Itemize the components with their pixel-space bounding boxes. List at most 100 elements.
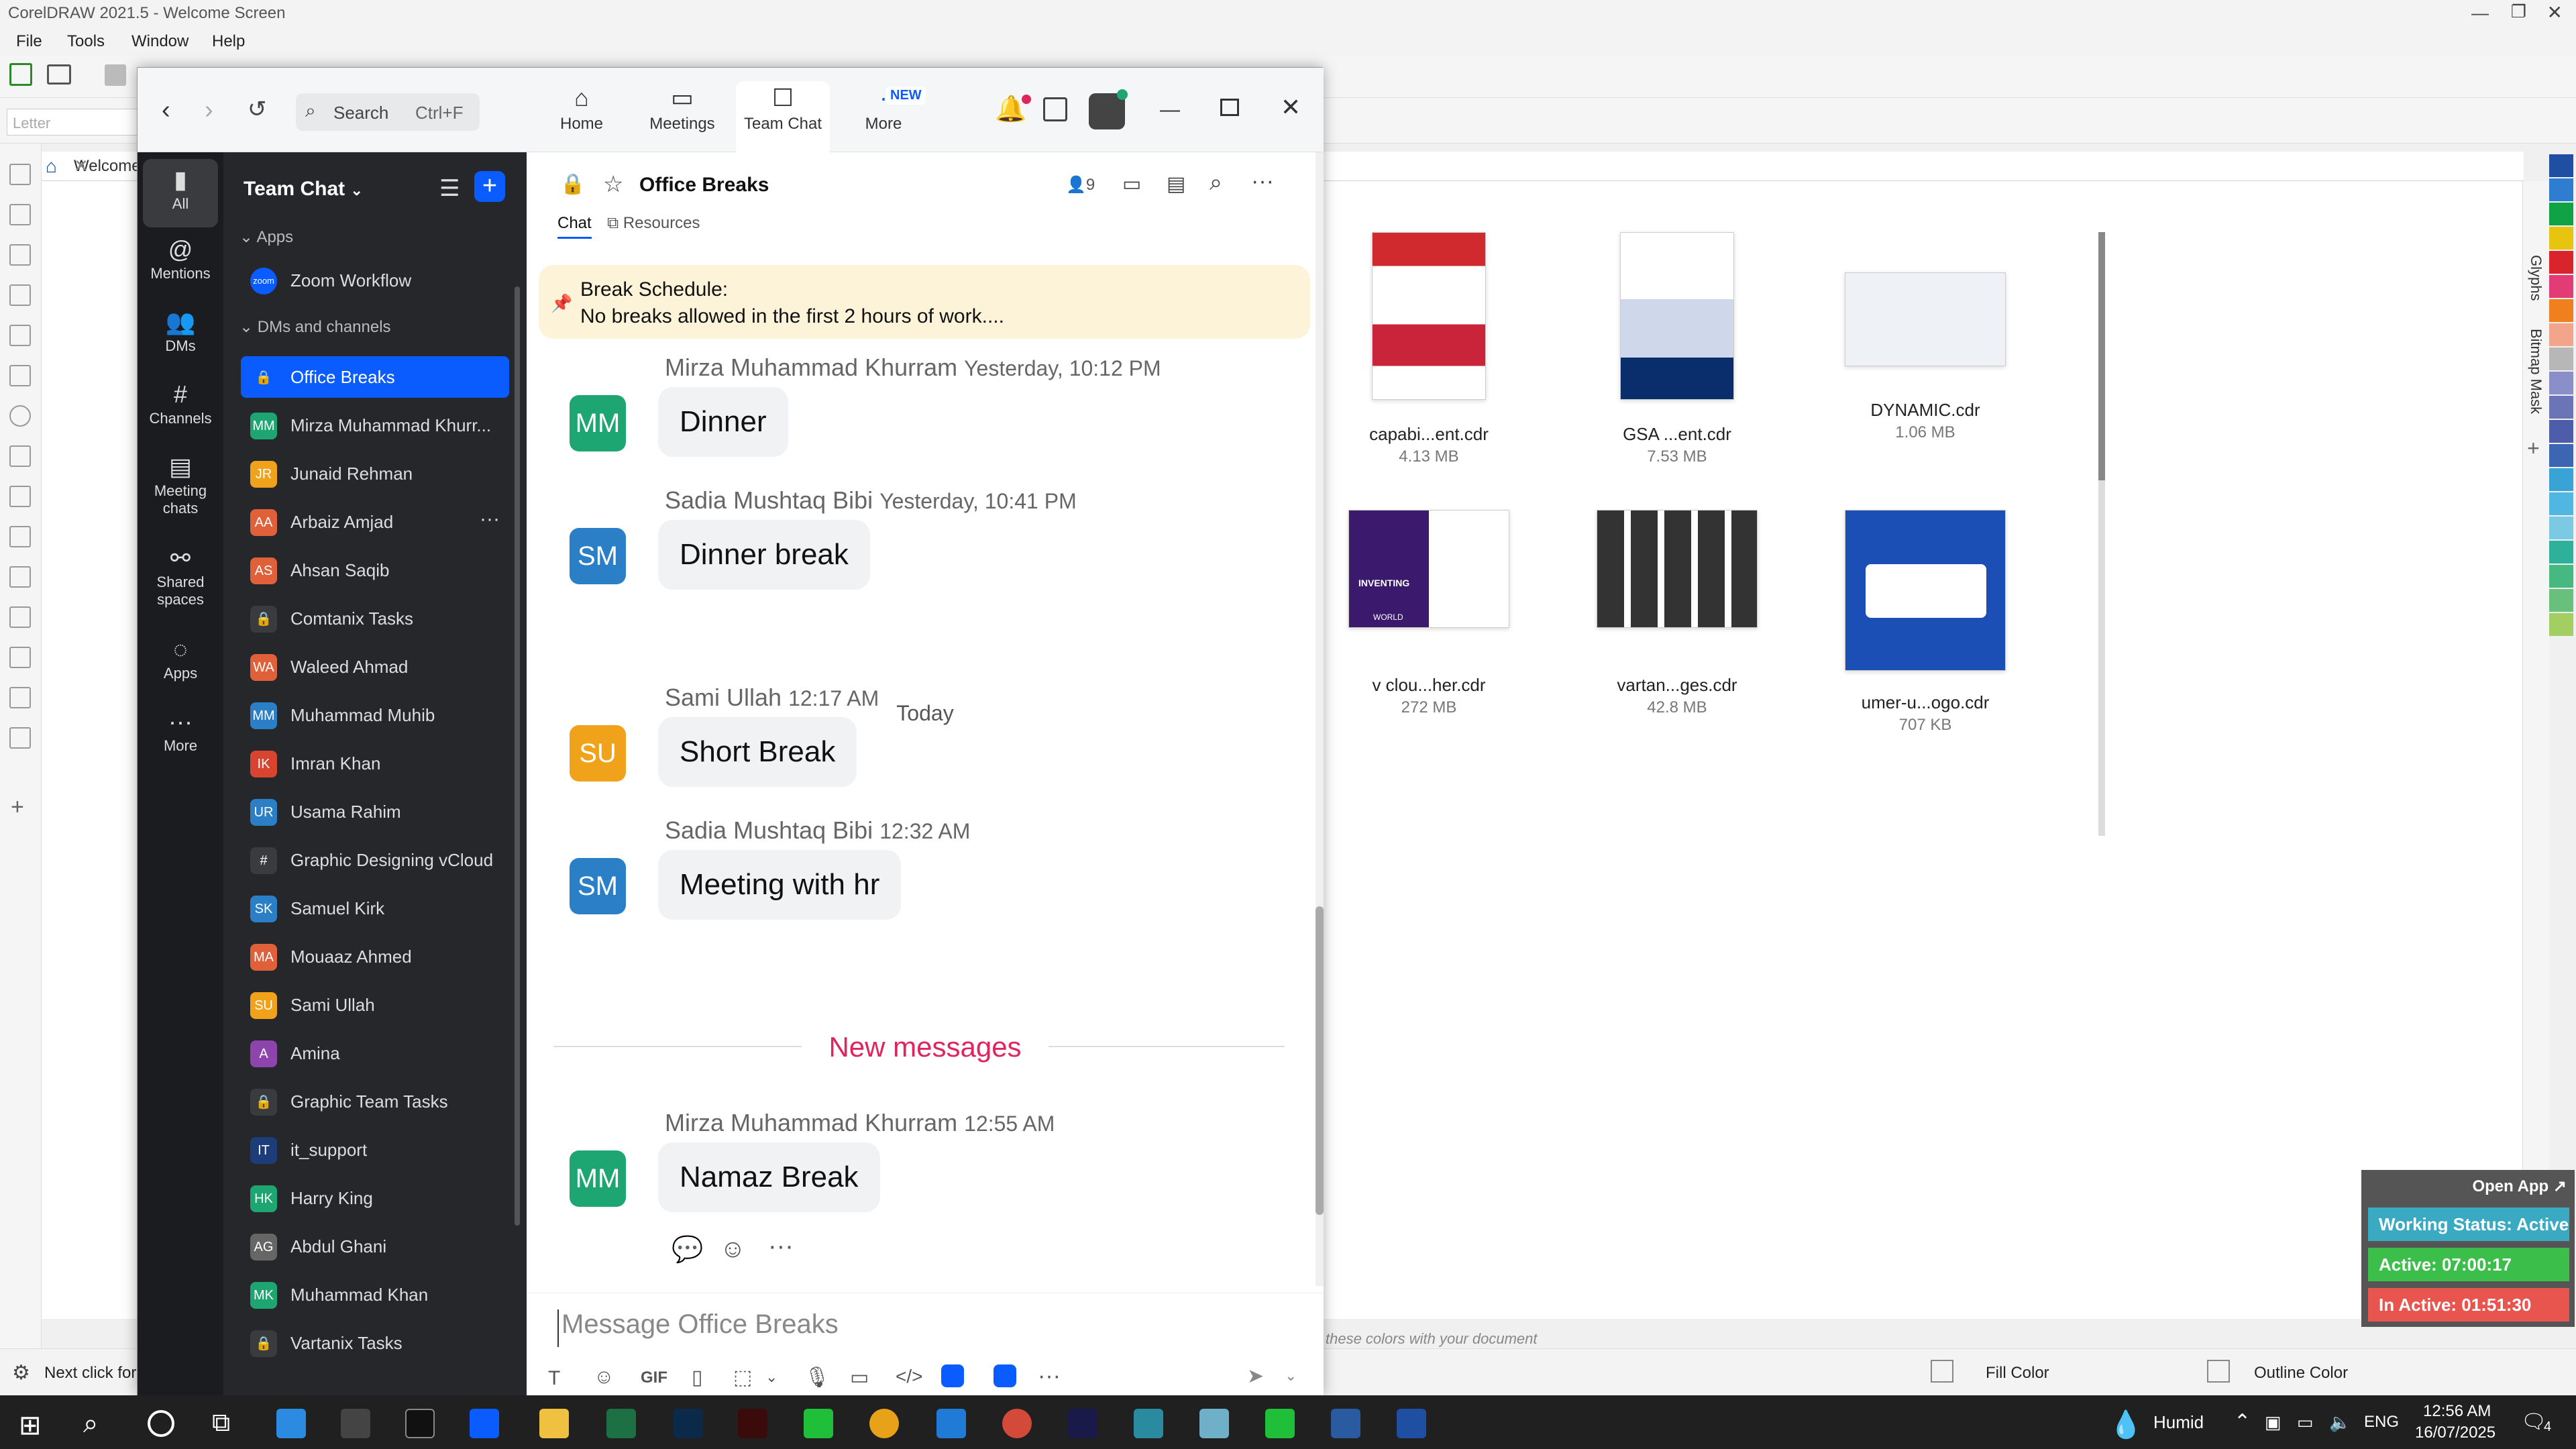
weather-drop-icon[interactable]: 💧	[2109, 1409, 2143, 1440]
close-icon[interactable]: ✕	[2547, 1, 2563, 23]
sidebar-item[interactable]: 🔒 Graphic Team Tasks	[241, 1081, 509, 1122]
tab-team-chat[interactable]: ☐ Team Chat	[736, 81, 830, 152]
pick-tool-icon[interactable]	[9, 164, 31, 185]
vscode-icon[interactable]	[936, 1409, 966, 1438]
pen-app-icon[interactable]	[341, 1409, 370, 1438]
rectangle-tool-icon[interactable]	[9, 365, 31, 386]
outline-color-swatch-icon[interactable]	[2207, 1360, 2230, 1383]
photoshop-icon[interactable]	[674, 1409, 703, 1438]
tray-volume-icon[interactable]: 🔈	[2329, 1395, 2351, 1449]
polygon-tool-icon[interactable]	[9, 445, 31, 467]
rail-more[interactable]: ··· More	[143, 706, 218, 755]
dimension-tool-icon[interactable]	[9, 526, 31, 547]
palette-swatch[interactable]	[2549, 299, 2573, 322]
recent-file[interactable]: umer-u...ogo.cdr 707 KB	[1825, 510, 2026, 735]
palette-swatch[interactable]	[2549, 444, 2573, 467]
sender-name[interactable]: Mirza Muhammad Khurram	[665, 1109, 957, 1136]
palette-swatch[interactable]	[2549, 347, 2573, 370]
message-bubble[interactable]: Short Break	[658, 717, 857, 787]
palette-swatch[interactable]	[2549, 251, 2573, 274]
sidebar-item[interactable]: MK Muhammad Khan	[241, 1274, 509, 1316]
recent-file[interactable]: DYNAMIC.cdr 1.06 MB	[1825, 232, 2026, 442]
sidebar-item[interactable]: AG Abdul Ghani	[241, 1226, 509, 1267]
chrome-profile-icon[interactable]	[1002, 1409, 1032, 1438]
sidebar-item[interactable]: A Amina	[241, 1032, 509, 1074]
code-snippet-icon[interactable]: </>	[896, 1366, 922, 1387]
clock-date[interactable]: 16/07/2025	[2415, 1424, 2496, 1449]
terminal-icon[interactable]	[405, 1409, 435, 1438]
edge-icon[interactable]	[276, 1409, 306, 1438]
sidebar-item[interactable]: AA Arbaiz Amjad ···	[241, 501, 509, 543]
text-tool-icon[interactable]	[9, 486, 31, 507]
reply-icon[interactable]: 💬	[672, 1235, 703, 1265]
maximize-icon[interactable]	[1220, 99, 1239, 116]
palette-swatch[interactable]	[2549, 203, 2573, 225]
team-chat-title[interactable]: Team Chat ⌄	[244, 178, 363, 201]
minimize-icon[interactable]: —	[1160, 99, 1180, 121]
premiere-icon[interactable]	[1068, 1409, 1097, 1438]
freehand-tool-icon[interactable]	[9, 325, 31, 346]
file-explorer-icon[interactable]	[539, 1409, 569, 1438]
back-icon[interactable]: ‹	[162, 96, 170, 125]
calculator-icon[interactable]	[1331, 1409, 1360, 1438]
zoom-app-icon[interactable]	[941, 1364, 964, 1387]
video-message-icon[interactable]: ▭	[850, 1366, 869, 1389]
message-bubble[interactable]: Dinner	[658, 387, 788, 457]
calendar-icon[interactable]	[1043, 97, 1067, 121]
sidebar-item[interactable]: SU Sami Ullah	[241, 984, 509, 1026]
avatar[interactable]: SM	[570, 528, 626, 584]
tray-chevron-icon[interactable]: ⌃	[2234, 1395, 2251, 1449]
palette-swatch[interactable]	[2549, 541, 2573, 564]
sidebar-item[interactable]: UR Usama Rahim	[241, 791, 509, 833]
member-count[interactable]: 👤9	[1066, 175, 1095, 195]
pinned-message[interactable]: 📌 Break Schedule: No breaks allowed in t…	[539, 265, 1310, 339]
palette-swatch[interactable]	[2549, 468, 2573, 491]
new-chat-plus-icon[interactable]: +	[474, 171, 505, 202]
language-indicator[interactable]: ENG	[2364, 1395, 2399, 1449]
tab-more[interactable]: · NEW More	[837, 81, 930, 152]
palette-swatch[interactable]	[2549, 275, 2573, 298]
scrollbar-thumb[interactable]	[1316, 906, 1324, 1215]
palette-swatch[interactable]	[2549, 492, 2573, 515]
open-app-button[interactable]: Open App ↗	[2472, 1177, 2567, 1196]
word-icon[interactable]	[1397, 1409, 1426, 1438]
emoji-reaction-icon[interactable]: ☺	[720, 1235, 746, 1264]
search-box[interactable]: ⌕ Search Ctrl+F	[296, 93, 480, 131]
palette-swatch[interactable]	[2549, 517, 2573, 539]
file-icon[interactable]: ▯	[692, 1366, 703, 1389]
sidebar-item[interactable]: SK Samuel Kirk	[241, 888, 509, 929]
menu-tools[interactable]: Tools	[67, 32, 105, 51]
sidebar-item[interactable]: IT it_support	[241, 1129, 509, 1171]
glyphs-tab[interactable]: Glyphs	[2527, 255, 2544, 301]
windows-start-icon[interactable]: ⊞	[19, 1410, 42, 1441]
sidebar-item[interactable]: # Graphic Designing vCloud	[241, 839, 509, 881]
transparency-tool-icon[interactable]	[9, 647, 31, 668]
color-palette[interactable]	[2549, 154, 2576, 1161]
sidebar-item[interactable]: MA Mouaaz Ahmed	[241, 936, 509, 977]
tray-battery-icon[interactable]: ▭	[2297, 1395, 2314, 1449]
section-apps[interactable]: ⌄ Apps	[239, 227, 293, 247]
sidebar-item[interactable]: 🔒 Office Breaks	[241, 356, 509, 398]
paper-size-field[interactable]: Letter	[7, 109, 141, 136]
filter-icon[interactable]: ☰	[439, 175, 460, 202]
tray-network-icon[interactable]: ▣	[2265, 1395, 2282, 1449]
palette-swatch[interactable]	[2549, 323, 2573, 346]
recent-file[interactable]: capabi...ent.cdr 4.13 MB	[1328, 232, 1529, 466]
emoji-icon[interactable]: ☺	[594, 1366, 614, 1389]
more-options-icon[interactable]: ···	[1038, 1363, 1061, 1389]
rail-dms[interactable]: 👥 DMs	[143, 307, 218, 355]
excel-icon[interactable]	[606, 1409, 636, 1438]
send-icon[interactable]: ➤	[1247, 1364, 1264, 1388]
bitmap-mask-tab[interactable]: Bitmap Mask	[2527, 329, 2544, 414]
settings-gear-icon[interactable]: ⚙	[12, 1361, 30, 1385]
rail-all[interactable]: ▮ All	[143, 159, 218, 227]
sender-name[interactable]: Sadia Mushtaq Bibi	[665, 486, 873, 514]
palette-swatch[interactable]	[2549, 589, 2573, 612]
shape-tool-icon[interactable]	[9, 204, 31, 225]
avatar[interactable]: MM	[570, 395, 626, 451]
section-dms-channels[interactable]: ⌄ DMs and channels	[239, 317, 391, 337]
coreldraw-icon[interactable]	[804, 1409, 833, 1438]
app-icon[interactable]	[1134, 1409, 1163, 1438]
gif-button[interactable]: GIF	[641, 1368, 667, 1387]
sidebar-scrollbar[interactable]	[515, 286, 520, 1226]
